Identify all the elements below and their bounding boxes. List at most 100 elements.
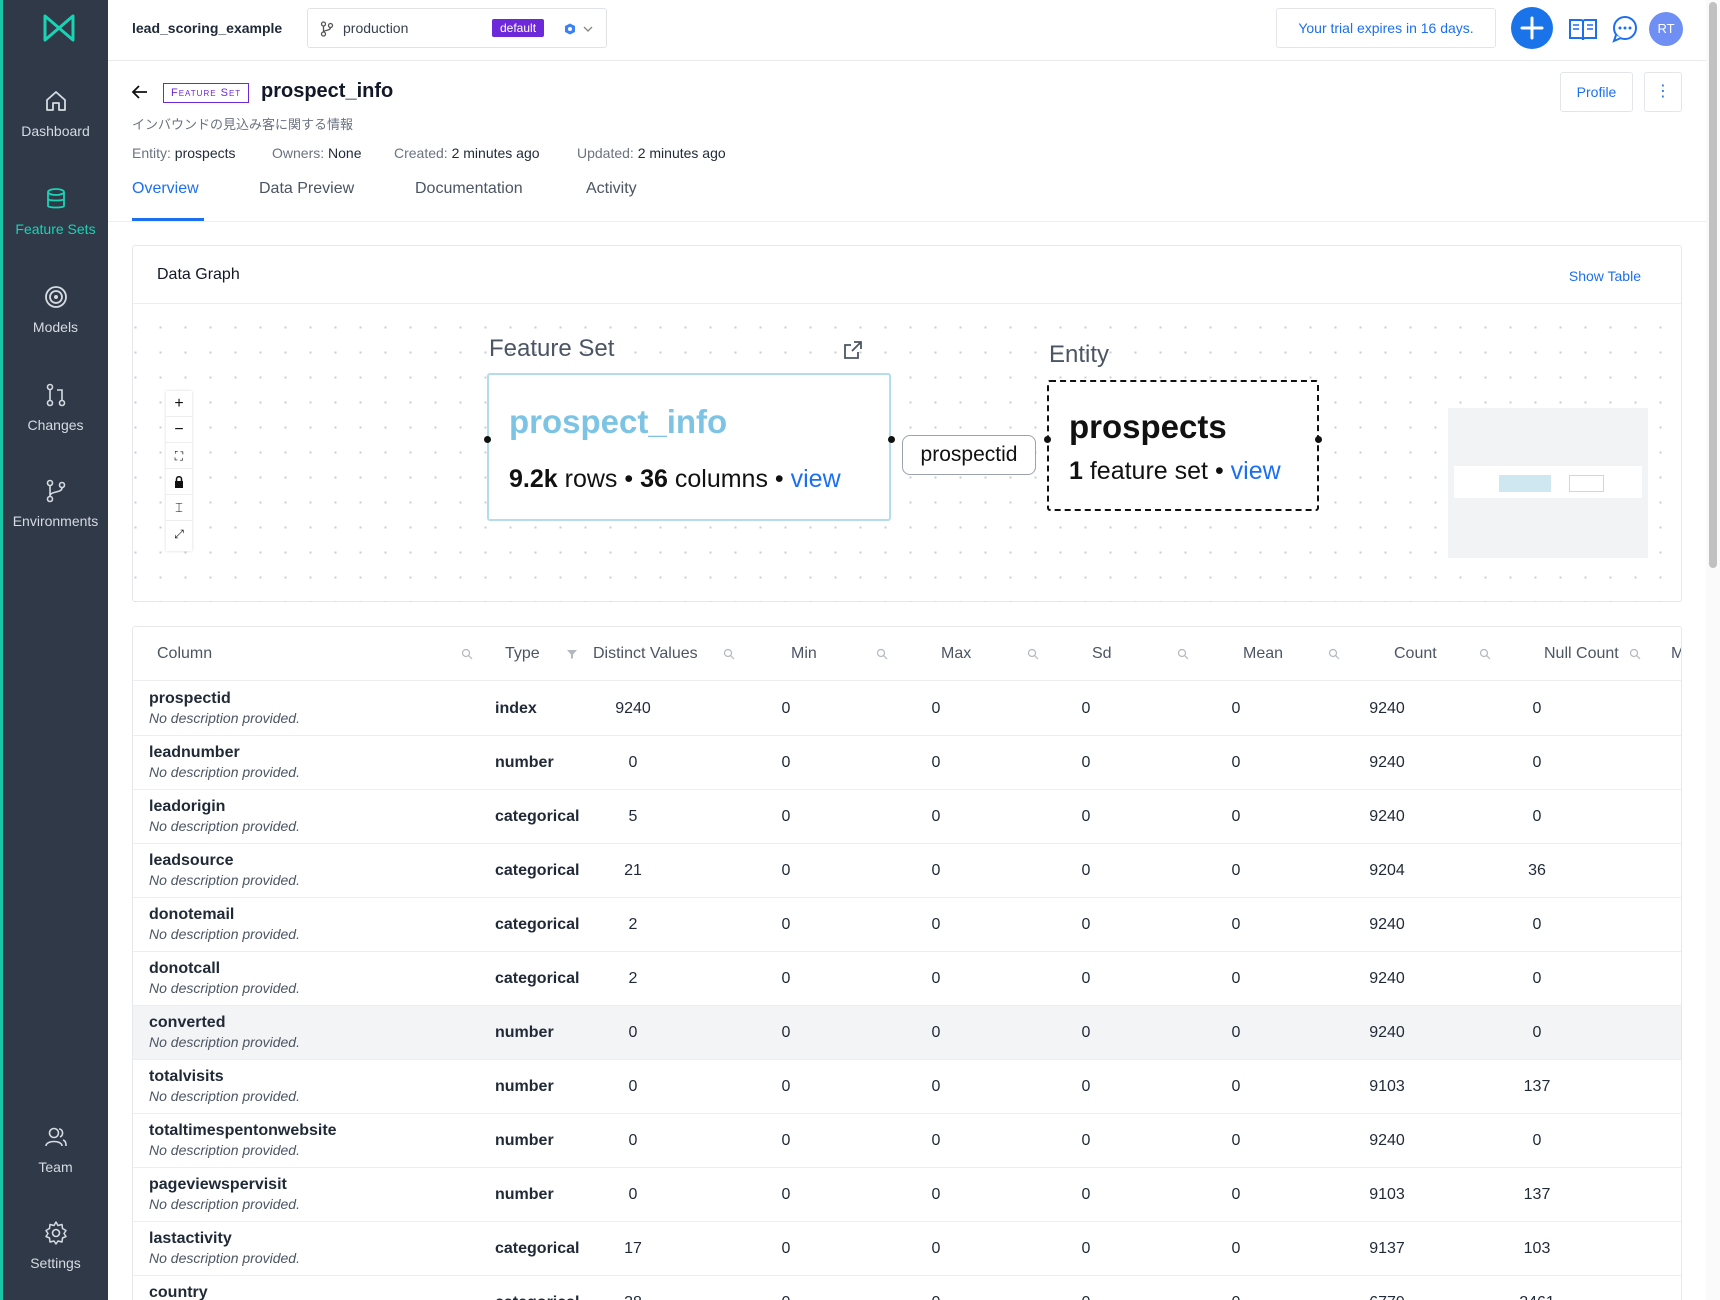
- table-row[interactable]: totalvisits No description provided. numbe…: [133, 1060, 1681, 1114]
- table-row[interactable]: donotcall No description provided. categor…: [133, 952, 1681, 1006]
- tab-data-preview[interactable]: Data Preview: [259, 180, 354, 198]
- kubernetes-icon: [565, 23, 575, 35]
- column-name[interactable]: lastactivity: [149, 1230, 232, 1248]
- branch-name: production: [343, 20, 409, 36]
- column-name[interactable]: prospectid: [149, 690, 231, 708]
- table-row[interactable]: converted No description provided. number 0…: [133, 1006, 1681, 1060]
- scrollbar-thumb[interactable]: [1709, 2, 1717, 568]
- tab-activity[interactable]: Activity: [586, 180, 637, 198]
- search-icon[interactable]: [1027, 648, 1039, 660]
- filter-icon[interactable]: [566, 648, 578, 660]
- columns-count: 36: [640, 465, 668, 493]
- sidebar-item-team[interactable]: Team: [3, 1124, 108, 1175]
- header-distinct-values[interactable]: Distinct Values: [593, 645, 698, 663]
- logo-icon[interactable]: [41, 10, 77, 46]
- table-row[interactable]: leadnumber No description provided. number…: [133, 736, 1681, 790]
- search-icon[interactable]: [1177, 648, 1189, 660]
- search-icon[interactable]: [461, 648, 473, 660]
- project-name[interactable]: lead_scoring_example: [132, 20, 282, 36]
- documentation-icon[interactable]: [1568, 15, 1598, 43]
- cell-sd: 0: [1081, 1132, 1091, 1149]
- header-min-length[interactable]: Mi: [1671, 645, 1681, 663]
- sidebar-item-dashboard[interactable]: Dashboard: [3, 88, 108, 139]
- table-row[interactable]: pageviewspervisit No description provided…: [133, 1168, 1681, 1222]
- entity-node[interactable]: prospects 1 feature set • view: [1047, 380, 1319, 511]
- graph-canvas[interactable]: + − ⛶ ⌶ ⤢ Feature Set prospect_info 9.2k…: [134, 305, 1682, 602]
- column-name[interactable]: leadnumber: [149, 744, 240, 762]
- search-icon[interactable]: [1479, 648, 1491, 660]
- pull-request-icon: [46, 383, 65, 407]
- tab-overview[interactable]: Overview: [132, 180, 199, 198]
- column-type: categorical: [495, 862, 580, 879]
- cell-null: 137: [1523, 1078, 1551, 1095]
- chat-icon[interactable]: [1610, 15, 1640, 43]
- external-link-icon[interactable]: [843, 340, 863, 360]
- search-icon[interactable]: [1629, 648, 1641, 660]
- page-title: prospect_info: [261, 80, 394, 102]
- target-icon: [44, 286, 67, 308]
- tab-documentation[interactable]: Documentation: [415, 180, 523, 198]
- column-name[interactable]: converted: [149, 1014, 225, 1032]
- sidebar-item-environments[interactable]: Environments: [3, 478, 108, 529]
- column-name[interactable]: donotcall: [149, 960, 220, 978]
- cell-count: 9240: [1369, 1024, 1405, 1041]
- sidebar-item-changes[interactable]: Changes: [3, 382, 108, 433]
- text-toggle-button[interactable]: ⌶: [166, 495, 192, 521]
- cell-max: 0: [931, 1240, 941, 1257]
- header-sd[interactable]: Sd: [1092, 645, 1112, 663]
- table-row[interactable]: countryNo description provided.categoric…: [133, 1276, 1681, 1300]
- sidebar-item-settings[interactable]: Settings: [3, 1220, 108, 1271]
- table-row[interactable]: prospectid No description provided. index 9…: [133, 682, 1681, 736]
- feature-set-view-link[interactable]: view: [791, 465, 841, 493]
- column-name[interactable]: pageviewspervisit: [149, 1176, 287, 1194]
- sidebar-item-feature-sets[interactable]: Feature Sets: [3, 186, 108, 237]
- cell-sd: 0: [1081, 1024, 1091, 1041]
- back-arrow-icon[interactable]: [130, 82, 150, 102]
- header-type[interactable]: Type: [505, 645, 540, 663]
- header-column[interactable]: Column: [157, 645, 212, 663]
- column-name[interactable]: leadorigin: [149, 798, 225, 816]
- node-port: [484, 436, 491, 443]
- minimap[interactable]: [1448, 408, 1648, 558]
- table-row[interactable]: totaltimespentonwebsite No description pr…: [133, 1114, 1681, 1168]
- sidebar-item-models[interactable]: Models: [3, 284, 108, 335]
- avatar[interactable]: RT: [1649, 12, 1683, 46]
- header-min[interactable]: Min: [791, 645, 817, 663]
- header-mean[interactable]: Mean: [1243, 645, 1283, 663]
- more-options-button[interactable]: ⋮: [1644, 72, 1682, 112]
- data-graph-header: Data Graph Show Table: [133, 246, 1681, 304]
- header-count[interactable]: Count: [1394, 645, 1437, 663]
- profile-button[interactable]: Profile: [1560, 72, 1633, 112]
- zoom-in-button[interactable]: +: [166, 391, 192, 417]
- entity-view-link[interactable]: view: [1231, 457, 1281, 485]
- table-row[interactable]: lastactivity No description provided. cate…: [133, 1222, 1681, 1276]
- zoom-out-button[interactable]: −: [166, 417, 192, 443]
- lock-button[interactable]: [166, 469, 192, 495]
- entity-feature-set-word: feature set: [1089, 457, 1208, 485]
- show-table-link[interactable]: Show Table: [1569, 268, 1641, 284]
- trial-notice[interactable]: Your trial expires in 16 days.: [1276, 8, 1496, 48]
- search-icon[interactable]: [876, 648, 888, 660]
- column-name[interactable]: totaltimespentonwebsite: [149, 1122, 337, 1140]
- column-description: No description provided.: [149, 1196, 300, 1212]
- column-name[interactable]: country: [149, 1284, 208, 1300]
- table-row[interactable]: donotemail No description provided. catego…: [133, 898, 1681, 952]
- sidebar-item-label: Team: [38, 1159, 73, 1175]
- column-name[interactable]: totalvisits: [149, 1068, 224, 1086]
- fit-view-button[interactable]: ⛶: [166, 443, 192, 469]
- column-name[interactable]: donotemail: [149, 906, 234, 924]
- cell-min: 0: [781, 700, 791, 717]
- feature-set-node[interactable]: prospect_info 9.2k rows • 36 columns • v…: [487, 373, 891, 521]
- column-name[interactable]: leadsource: [149, 852, 233, 870]
- search-icon[interactable]: [1328, 648, 1340, 660]
- table-row[interactable]: leadsource No description provided. catego…: [133, 844, 1681, 898]
- expand-button[interactable]: ⤢: [166, 521, 192, 547]
- meta-entity-value[interactable]: prospects: [175, 145, 236, 161]
- branch-selector[interactable]: production default: [307, 8, 607, 48]
- cell-min: 0: [781, 916, 791, 933]
- header-max[interactable]: Max: [941, 645, 971, 663]
- table-row[interactable]: leadorigin No description provided. catego…: [133, 790, 1681, 844]
- search-icon[interactable]: [723, 648, 735, 660]
- header-null-count[interactable]: Null Count: [1544, 645, 1619, 663]
- add-button[interactable]: [1511, 7, 1553, 49]
